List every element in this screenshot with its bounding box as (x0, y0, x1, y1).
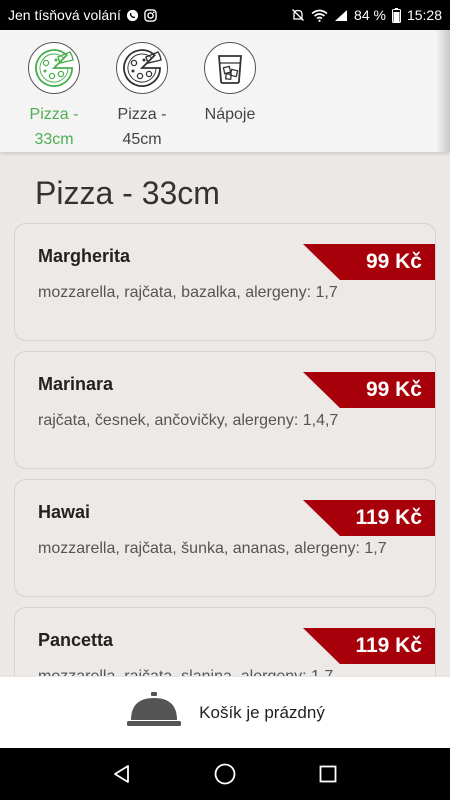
menu-item-card[interactable]: Marinara rajčata, česnek, ančovičky, ale… (14, 351, 436, 469)
item-name: Margherita (38, 246, 131, 266)
battery-icon (391, 7, 401, 23)
app-screen: Pizza - 33cm Pizza - 45cm Nápoje Pizza -… (0, 30, 450, 748)
price-tag: 99 Kč (303, 372, 435, 408)
home-button[interactable] (200, 749, 250, 799)
back-button[interactable] (97, 749, 147, 799)
pizza-icon (116, 42, 168, 94)
cart-bar[interactable]: Košík je prázdný (0, 676, 450, 748)
pizza-icon (28, 42, 80, 94)
tab-pizza-33cm[interactable]: Pizza - 33cm (10, 42, 98, 152)
home-circle-icon (214, 763, 236, 785)
price-tag: 99 Kč (303, 244, 435, 280)
item-name: Marinara (38, 374, 114, 394)
tab-label: Nápoje (204, 106, 256, 123)
tab-pizza-45cm[interactable]: Pizza - 45cm (98, 42, 186, 152)
recents-button[interactable] (303, 749, 353, 799)
item-name: Hawai (38, 502, 91, 522)
menu-item-card[interactable]: Margherita mozzarella, rajčata, bazalka,… (14, 223, 436, 341)
item-name: Pancetta (38, 630, 114, 650)
mute-icon (291, 8, 305, 22)
cart-status-text: Košík je prázdný (199, 702, 325, 722)
tab-napoje[interactable]: Nápoje (186, 42, 274, 152)
category-tab-bar: Pizza - 33cm Pizza - 45cm Nápoje (0, 30, 450, 152)
section-title: Pizza - 33cm (35, 175, 220, 211)
status-right: 84 % 15:28 (291, 7, 442, 23)
item-description: mozzarella, rajčata, bazalka, alergeny: … (38, 284, 338, 301)
tab-label: Pizza - 45cm (117, 106, 167, 148)
signal-icon (334, 9, 348, 22)
item-description: rajčata, česnek, ančovičky, alergeny: 1,… (38, 412, 339, 429)
status-bar: Jen tísňová volání 84 % 15:28 (0, 0, 450, 30)
item-description: mozzarella, rajčata, šunka, ananas, aler… (38, 540, 387, 557)
menu-item-list: Margherita mozzarella, rajčata, bazalka,… (14, 223, 436, 735)
price-tag: 119 Kč (303, 628, 435, 664)
back-triangle-icon (113, 765, 129, 783)
whatsapp-icon (126, 9, 139, 22)
clock-text: 15:28 (406, 7, 442, 23)
cloche-icon (125, 690, 183, 735)
tab-label: Pizza - 33cm (29, 106, 79, 148)
recents-square-icon (319, 765, 337, 783)
system-nav-bar (0, 748, 450, 800)
carrier-text: Jen tísňová volání (8, 7, 121, 23)
status-left: Jen tísňová volání (8, 7, 157, 23)
price-tag: 119 Kč (303, 500, 435, 536)
menu-item-card[interactable]: Hawai mozzarella, rajčata, šunka, ananas… (14, 479, 436, 597)
drink-glass-icon (204, 42, 256, 94)
wifi-icon (311, 9, 328, 22)
battery-text: 84 % (354, 7, 386, 23)
instagram-icon (144, 8, 157, 22)
